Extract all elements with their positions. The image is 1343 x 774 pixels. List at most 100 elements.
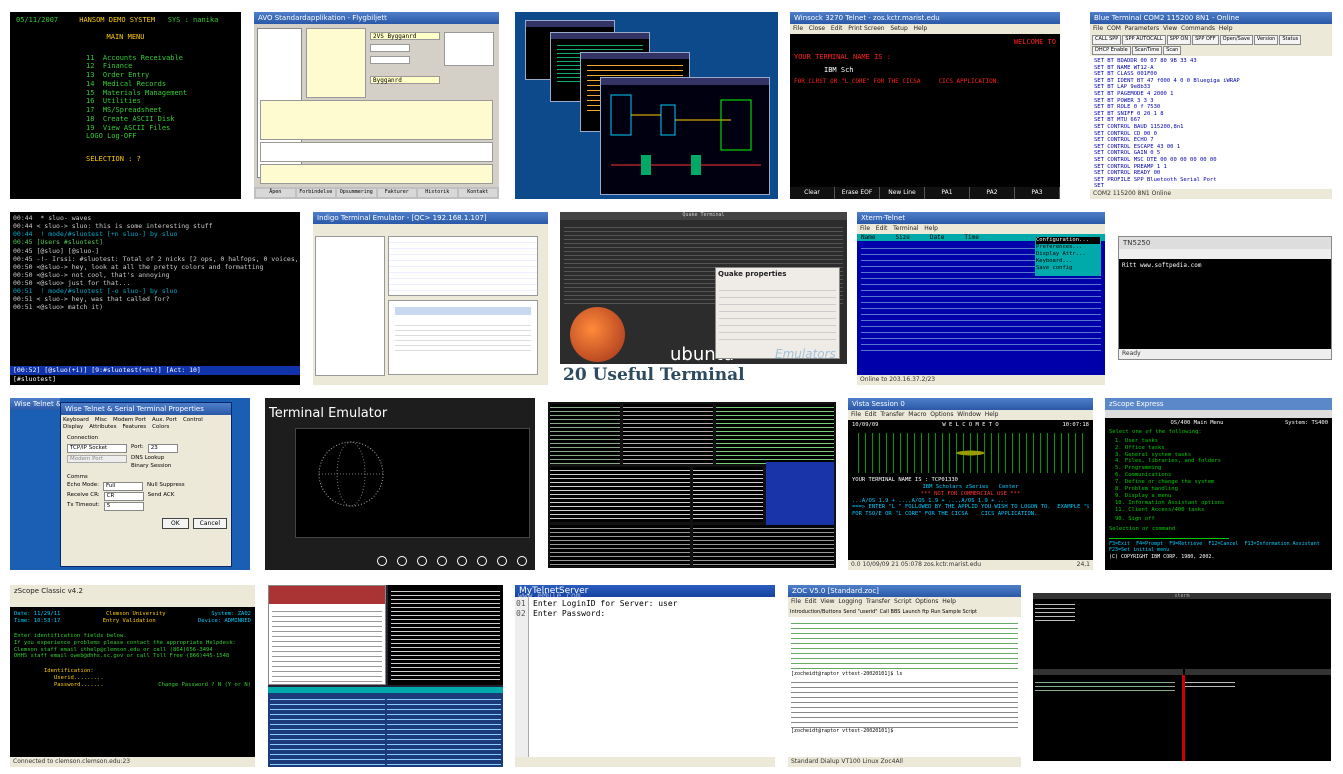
thumbnail-green-screen-menu[interactable]: 05/11/2007 HANSOM DEMO SYSTEM SYS : nani… <box>10 12 241 199</box>
menu-item[interactable]: Macro <box>908 411 926 418</box>
menu-item[interactable]: Edit <box>831 25 843 32</box>
dns-lookup-checkbox[interactable]: DNS Lookup <box>131 455 164 464</box>
thumbnail-quake-terminal[interactable]: Quake Terminal ubuntu Quake properties E… <box>560 212 847 385</box>
thumbnail-winsock-3270[interactable]: Winsock 3270 Telnet - zos.kctr.marist.ed… <box>790 12 1060 199</box>
tab[interactable]: Kontakt <box>458 189 497 197</box>
menu-item[interactable]: Terminal <box>893 225 918 232</box>
intro-button[interactable]: Introduction/Buttons <box>790 609 841 615</box>
thumbnail-vista-session[interactable]: Vista Session 0 File Edit Transfer Macro… <box>848 398 1093 570</box>
port-input[interactable]: 23 <box>147 443 178 453</box>
menu-item[interactable]: View <box>1163 25 1177 32</box>
tab[interactable]: Colors <box>152 424 169 431</box>
binary-session-checkbox[interactable]: Binary Session <box>67 463 225 470</box>
field-input[interactable] <box>370 44 410 52</box>
dropdown-item[interactable]: Keyboard... <box>1036 258 1100 265</box>
tx-input[interactable]: 5 <box>103 501 144 511</box>
ok-button[interactable]: OK <box>162 517 189 530</box>
echo-select[interactable]: Full <box>102 482 143 491</box>
dropdown-item[interactable]: Configuration... <box>1036 237 1100 244</box>
tab[interactable]: Modem Port <box>113 417 146 424</box>
modem-select[interactable]: Modem Port <box>67 454 127 464</box>
tab[interactable]: Control <box>183 417 203 424</box>
send-ack-checkbox[interactable]: Send ACK <box>148 492 175 501</box>
menu-item[interactable]: Script <box>894 598 911 605</box>
disconnect-icon[interactable] <box>517 556 527 566</box>
tab[interactable]: Fakturer <box>377 189 416 197</box>
menu-item[interactable]: Edit <box>805 598 817 605</box>
thumbnail-metro-terminal[interactable]: Terminal Emulator <box>265 398 535 570</box>
menu-item[interactable]: Logging <box>838 598 862 605</box>
scantime-button[interactable]: ScanTime <box>1131 45 1163 55</box>
menu-item[interactable]: Transfer <box>866 598 890 605</box>
launch-ftp-button[interactable]: Launch ftp <box>902 609 929 615</box>
version-button[interactable]: Version <box>1253 35 1279 45</box>
spp-autocall-button[interactable]: SPP AUTOCALL <box>1122 35 1166 45</box>
thumbnail-indigo-terminal[interactable]: Indigo Terminal Emulator - [QC> 192.168.… <box>313 212 548 385</box>
menu-item[interactable]: File <box>1093 25 1103 32</box>
dropdown-item[interactable]: Save config <box>1036 265 1100 272</box>
menu-item[interactable]: File <box>851 411 861 418</box>
change-password-field[interactable]: Change Password ? N (Y or N) <box>158 682 251 689</box>
menu-item[interactable]: Transfer <box>880 411 904 418</box>
thumbnail-split-xterm[interactable]: xterm <box>1033 593 1331 761</box>
menu-item[interactable]: Parameters <box>1125 25 1159 32</box>
tab[interactable]: Aux. Port <box>152 417 177 424</box>
open-save-button[interactable]: Open/Save <box>1219 35 1253 45</box>
cancel-button[interactable]: Cancel <box>192 517 227 530</box>
thumbnail-zoc[interactable]: ZOC V5.0 [Standard.zoc] File Edit View L… <box>788 585 1021 767</box>
thumbnail-multi-panel[interactable] <box>268 585 503 767</box>
edit-icon[interactable] <box>477 556 487 566</box>
menu-item[interactable]: Help <box>914 25 928 32</box>
menu-item[interactable]: Help <box>985 411 999 418</box>
menu-item[interactable]: COM <box>1107 25 1121 32</box>
thumbnail-xterm-telnet[interactable]: Xterm-Telnet File Edit Terminal Help Nam… <box>857 212 1105 385</box>
thumbnail-tn5250[interactable]: TN5250 Ritt www.softpedia.com Ready <box>1118 236 1332 360</box>
call-spp-button[interactable]: CALL SPP <box>1092 35 1122 45</box>
tab[interactable]: Misc <box>95 417 107 424</box>
menu-item[interactable]: Help <box>924 225 938 232</box>
menu-item[interactable]: File <box>791 598 801 605</box>
pa3-key[interactable]: PA3 <box>1015 187 1060 199</box>
menu-item[interactable]: Help <box>942 598 956 605</box>
thumbnail-form-application[interactable]: AVO Standardapplikation - Flygbiljett 2V… <box>254 12 499 199</box>
dhcp-enable-button[interactable]: DHCP Enable <box>1092 45 1131 55</box>
keyboard-icon[interactable] <box>437 556 447 566</box>
field-input[interactable]: 2VS Bygganrd <box>370 32 440 40</box>
tab[interactable]: Attributes <box>89 424 116 431</box>
dropdown-item[interactable]: Display Attr... <box>1036 251 1100 258</box>
menu-item[interactable]: File <box>793 25 803 32</box>
pa2-key[interactable]: PA2 <box>970 187 1015 199</box>
new-line-key[interactable]: New Line <box>880 187 925 199</box>
input-prompt[interactable]: [#sluotest] <box>10 375 300 385</box>
settings-icon[interactable] <box>417 556 427 566</box>
clear-key[interactable]: Clear <box>790 187 835 199</box>
menu-item[interactable]: View <box>820 598 834 605</box>
password-field[interactable]: Password....... <box>54 682 104 689</box>
menu-item[interactable]: Window <box>957 411 981 418</box>
tab[interactable]: Display <box>63 424 83 431</box>
menu-item[interactable]: Options <box>915 598 938 605</box>
sessions-icon[interactable] <box>397 556 407 566</box>
thumbnail-tiled-terminals[interactable] <box>548 402 836 568</box>
menu-item[interactable]: Edit <box>876 225 888 232</box>
rename-icon[interactable] <box>497 556 507 566</box>
thumbnail-mytelnetserver[interactable]: MyTelnetServer www.eMule.com 01 02 Enter… <box>515 585 775 767</box>
run-script-button[interactable]: Run Sample Script <box>931 609 977 615</box>
thumbnail-blue-terminal[interactable]: Blue Terminal COM2 115200 8N1 - Online F… <box>1090 12 1332 199</box>
protocol-select[interactable]: TCP/IP Socket <box>67 443 127 453</box>
tab[interactable]: Features <box>122 424 146 431</box>
menu-item[interactable]: Edit <box>865 411 877 418</box>
menu-item[interactable]: File <box>860 225 870 232</box>
receive-select[interactable]: CR <box>103 492 144 501</box>
thumbnail-zscope-express[interactable]: zScope Express OS/400 Main Menu System: T… <box>1105 398 1332 570</box>
status-button[interactable]: Status <box>1279 35 1302 45</box>
menu-item[interactable]: Setup <box>890 25 907 32</box>
thumbnail-wise-telnet[interactable]: Wise Telnet & S Wise Telnet & Serial Ter… <box>10 398 250 570</box>
field-input[interactable] <box>370 56 410 64</box>
null-suppress-checkbox[interactable]: Null Suppress <box>147 482 185 491</box>
menu-item[interactable]: Commands <box>1181 25 1215 32</box>
userid-field[interactable]: Userid......... <box>14 675 251 682</box>
dropdown-item[interactable]: Preferences... <box>1036 244 1100 251</box>
password-prompt[interactable]: Enter Password: <box>533 609 678 619</box>
tab[interactable]: Historik <box>418 189 457 197</box>
